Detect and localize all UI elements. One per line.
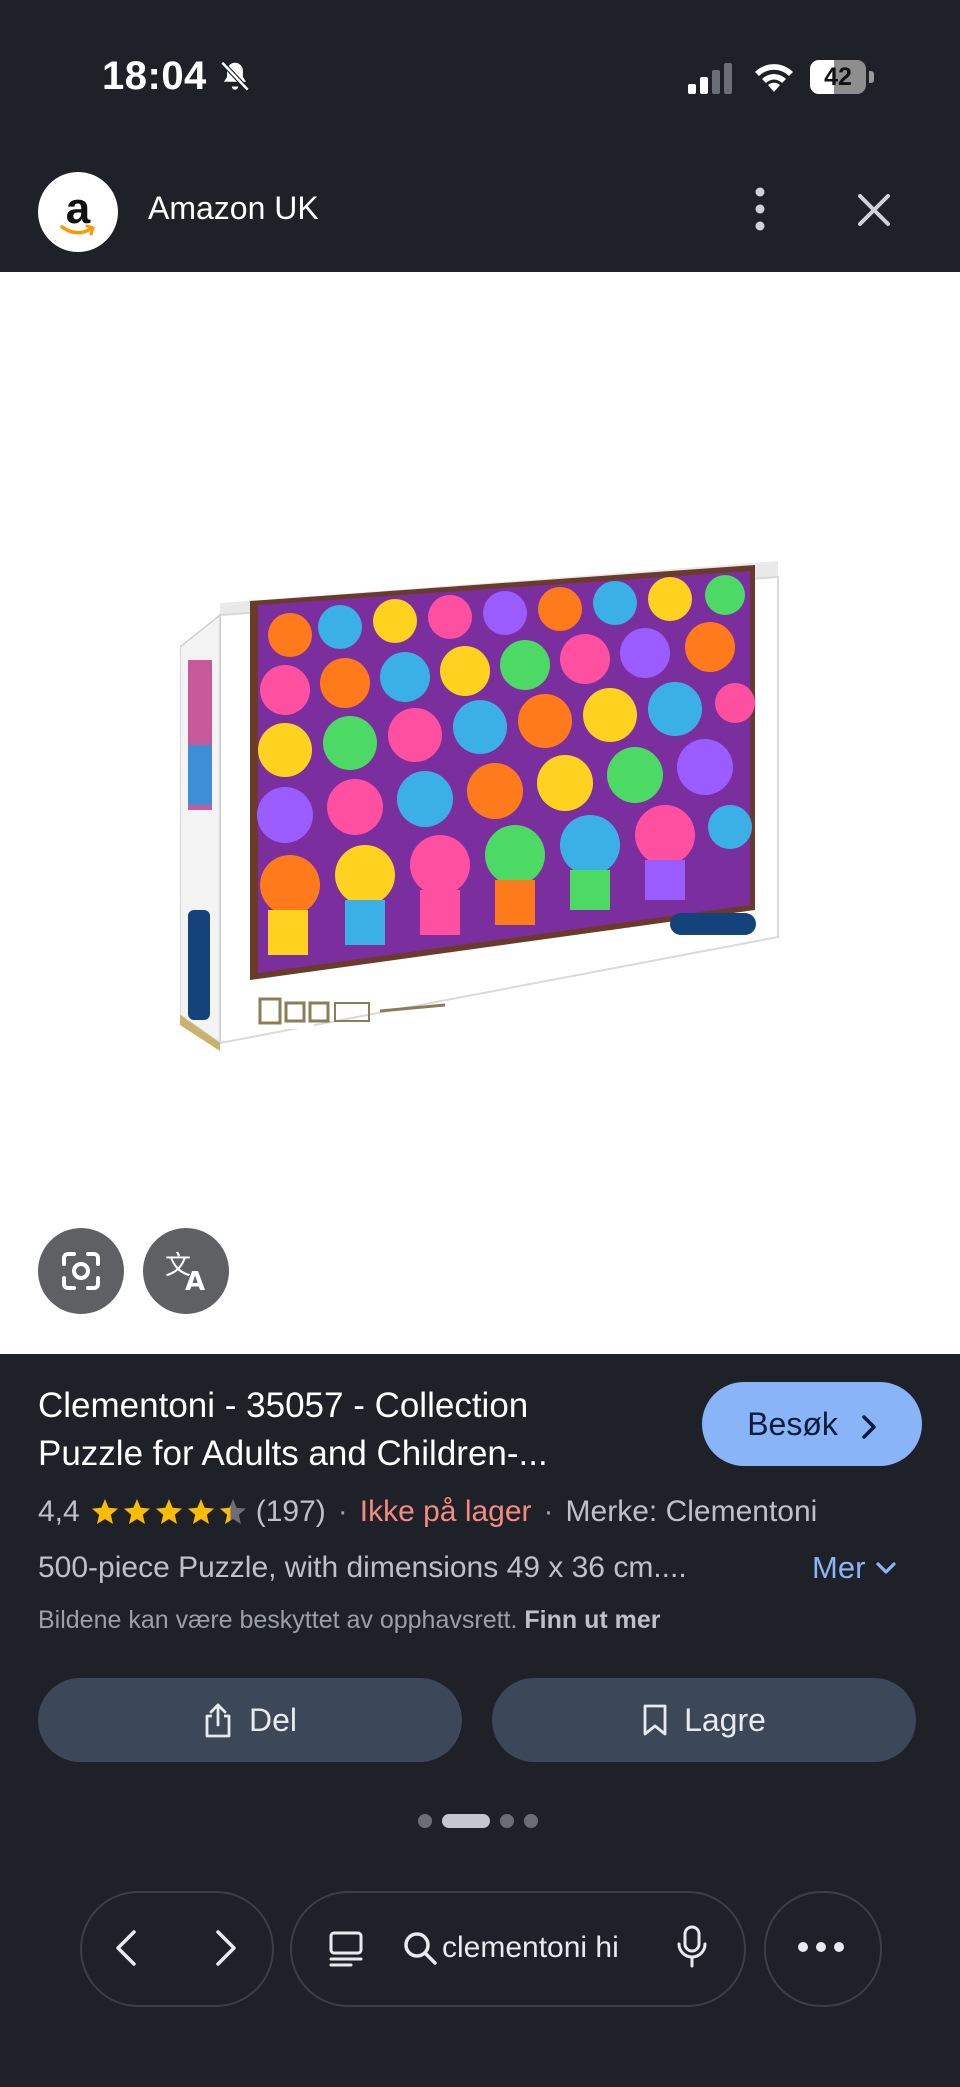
- search-icon: [404, 1932, 437, 1965]
- more-button[interactable]: Mer: [812, 1546, 897, 1590]
- copyright-text: Bildene kan være beskyttet av opphavsret…: [38, 1606, 518, 1634]
- copyright-notice: Bildene kan være beskyttet av opphavsret…: [38, 1602, 661, 1638]
- image-pager[interactable]: [418, 1814, 548, 1828]
- wifi-icon: [755, 64, 793, 92]
- bell-off-icon: [220, 61, 250, 92]
- translate-button[interactable]: 文 A: [143, 1228, 229, 1314]
- mic-icon[interactable]: [674, 1924, 710, 1970]
- save-button[interactable]: Lagre: [492, 1678, 916, 1762]
- bookmark-icon: [643, 1704, 667, 1736]
- star-icon: [91, 1499, 118, 1524]
- stock-status: Ikke på lager: [359, 1495, 532, 1528]
- star-icon: [155, 1499, 182, 1524]
- more-vert-icon[interactable]: [742, 184, 778, 234]
- visit-button[interactable]: Besøk: [702, 1382, 922, 1466]
- translate-icon: 文 A: [165, 1251, 205, 1297]
- title-bar: [0, 150, 960, 272]
- product-title[interactable]: Clementoni - 35057 - Collection Puzzle f…: [38, 1382, 658, 1478]
- chevron-right-icon: [862, 1414, 876, 1439]
- cellular-signal-icon: [688, 63, 732, 94]
- close-icon[interactable]: [852, 188, 896, 232]
- chevron-down-icon: [876, 1562, 896, 1574]
- svg-text:A: A: [185, 1267, 205, 1297]
- brand-label: Merke: Clementoni: [565, 1495, 818, 1528]
- google-lens-button[interactable]: [38, 1228, 124, 1314]
- star-icon: [219, 1499, 246, 1524]
- separator: ·: [543, 1495, 554, 1528]
- share-label: Del: [248, 1701, 297, 1738]
- product-image[interactable]: [180, 555, 780, 1055]
- more-label: Mer: [812, 1550, 866, 1585]
- visit-button-label: Besøk: [747, 1406, 838, 1442]
- review-count: (197): [255, 1495, 326, 1528]
- star-icon: [123, 1499, 150, 1524]
- share-icon: [205, 1703, 231, 1738]
- rating-stars: [90, 1497, 250, 1527]
- pager-dot[interactable]: [442, 1814, 490, 1828]
- product-description: 500-piece Puzzle, with dimensions 49 x 3…: [38, 1551, 687, 1584]
- separator: ·: [337, 1495, 348, 1528]
- forward-arrow-icon[interactable]: [208, 1928, 242, 1968]
- amazon-smile-icon: [60, 224, 95, 236]
- battery-icon: 42: [810, 60, 874, 94]
- rating-value: 4,4: [38, 1495, 80, 1528]
- pager-dot[interactable]: [418, 1814, 432, 1828]
- site-name: Amazon UK: [148, 190, 319, 226]
- more-horiz-icon: [798, 1942, 844, 1952]
- share-button[interactable]: Del: [38, 1678, 462, 1762]
- amazon-logo: a: [38, 172, 118, 252]
- tabs-icon[interactable]: [326, 1928, 366, 1968]
- product-title-line2: Puzzle for Adults and Children-...: [38, 1434, 548, 1473]
- pager-dot[interactable]: [500, 1814, 514, 1828]
- product-title-line1: Clementoni - 35057 - Collection: [38, 1386, 529, 1425]
- pager-dot[interactable]: [524, 1814, 538, 1828]
- product-meta-row: 4,4 (197) · Ikke på lager · Merke: Cleme…: [38, 1490, 817, 1534]
- google-lens-icon: [62, 1252, 100, 1290]
- save-label: Lagre: [684, 1701, 766, 1738]
- learn-more-link[interactable]: Finn ut mer: [524, 1606, 660, 1634]
- status-time: 18:04: [102, 54, 207, 98]
- battery-level-text: 42: [824, 63, 852, 91]
- search-query[interactable]: clementoni hi: [442, 1930, 638, 1966]
- back-arrow-icon[interactable]: [110, 1928, 144, 1968]
- star-icon: [187, 1499, 214, 1524]
